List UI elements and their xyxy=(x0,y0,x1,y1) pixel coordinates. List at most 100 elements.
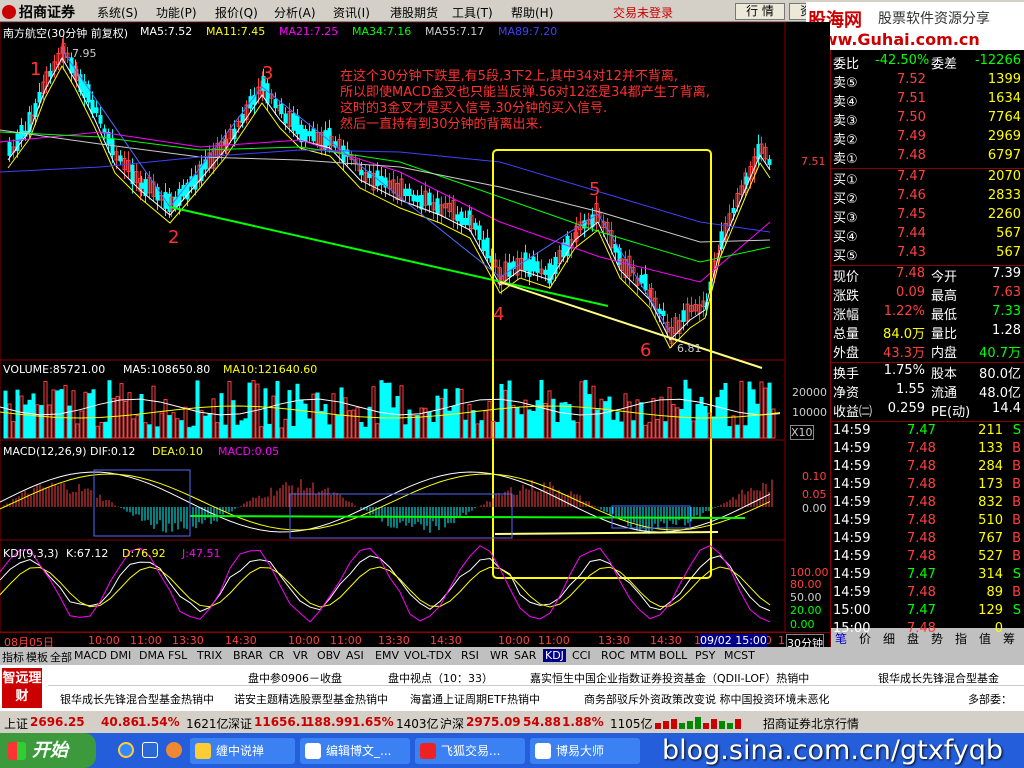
news-headline[interactable]: 海富通上证周期ETF热销中 xyxy=(410,691,540,707)
news-headline[interactable]: 银华成长先锋混合型基金热销中 xyxy=(60,691,214,707)
indicator-tab[interactable]: PSY xyxy=(695,649,715,662)
desktop-icon[interactable] xyxy=(142,742,158,758)
macd-tick: 0.05 xyxy=(802,488,827,501)
news-headline[interactable]: 银华成长先锋混合型基金 xyxy=(878,670,999,686)
watermark-banner: 股海网 股票软件资源分享 www.Guhai.com.cn xyxy=(806,2,1024,50)
broker-server: 招商证券北京行情 xyxy=(763,717,860,731)
volume-bar xyxy=(115,396,120,439)
news-headline[interactable]: 嘉实恒生中国企业指数证券投资基金（QDII-LOF）热销中 xyxy=(530,670,809,686)
indicator-tab[interactable]: BRAR xyxy=(233,649,263,662)
task-item[interactable]: 飞狐交易... xyxy=(415,738,525,764)
volume-bar xyxy=(539,379,544,439)
volume-bar xyxy=(511,404,516,439)
ie-icon[interactable] xyxy=(118,742,134,758)
volume-bar xyxy=(295,383,300,439)
indicator-tab[interactable]: RSI xyxy=(461,649,479,662)
stat-value: 40.7万 xyxy=(979,346,1021,361)
stat-label: 量比 xyxy=(931,327,958,342)
trade-login-status[interactable]: 交易未登录 xyxy=(613,4,673,21)
volume-bar xyxy=(211,398,216,439)
indicator-tab[interactable]: TRIX xyxy=(197,649,222,662)
candle-body xyxy=(299,124,304,143)
ask-label: 卖① xyxy=(833,152,858,167)
menu-system[interactable]: 系统(S) xyxy=(97,4,138,21)
tick-volume: 510 xyxy=(978,513,1003,528)
sz-index-value: 11656.1 xyxy=(254,715,309,729)
news-headline[interactable]: 多部委： xyxy=(968,691,1012,707)
indicator-tab[interactable]: OBV xyxy=(317,649,340,662)
kline-chart-area[interactable]: 南方航空(30分钟 前复权) MA5:7.52 MA11:7.45 MA21:7… xyxy=(0,22,830,652)
volume-bar xyxy=(631,420,636,439)
task-item[interactable]: 编辑博文_... xyxy=(300,738,410,764)
indicator-tab[interactable]: SAR xyxy=(514,649,536,662)
news-headline[interactable]: 盘中视点（10：33） xyxy=(388,670,493,686)
volume-bar xyxy=(163,399,168,439)
menu-tools[interactable]: 工具(T) xyxy=(452,4,493,21)
candle-body xyxy=(411,194,416,202)
news-ticker: 智远理财 盘中参0906－收盘 盘中视点（10：33） 嘉实恒生中国企业指数证券投资… xyxy=(0,665,1024,711)
volume-bar xyxy=(155,426,160,439)
news-headline[interactable]: 盘中参0906－收盘 xyxy=(248,670,342,686)
indicator-tab[interactable]: 指标 xyxy=(2,649,24,665)
indicator-tab[interactable]: DMI xyxy=(110,649,131,662)
tick-time: 15:00 xyxy=(833,621,871,636)
indicator-tab[interactable]: FSL xyxy=(168,649,187,662)
news-badge[interactable]: 智远理财 xyxy=(2,668,42,708)
quote-button[interactable]: 行 情 xyxy=(735,3,785,20)
news-headline[interactable]: 诺安主题精选股票型基金热销中 xyxy=(234,691,388,707)
ask-price: 7.49 xyxy=(897,129,926,144)
folder-icon xyxy=(195,743,211,759)
candle-body xyxy=(7,141,12,156)
menu-quote[interactable]: 报价(Q) xyxy=(215,4,258,21)
tick-volume: 527 xyxy=(978,549,1003,564)
task-item[interactable]: 博易大师 xyxy=(530,738,640,764)
volume-bar xyxy=(287,390,292,439)
volume-bar xyxy=(43,381,48,439)
candle-body xyxy=(90,99,95,114)
indicator-tab[interactable]: BOLL xyxy=(659,649,687,662)
indicator-tab[interactable]: MACD xyxy=(74,649,107,662)
menu-hk-futures[interactable]: 港股期货 xyxy=(390,4,438,21)
indicator-tab[interactable]: MTM xyxy=(630,649,656,662)
task-item[interactable]: 缠中说禅 xyxy=(190,738,295,764)
menu-help[interactable]: 帮助(H) xyxy=(511,4,553,21)
media-icon[interactable] xyxy=(166,742,182,758)
volume-bar xyxy=(203,415,208,439)
indicator-tab[interactable]: ROC xyxy=(601,649,625,662)
volume-bar xyxy=(147,424,152,439)
indicator-tab[interactable]: KDJ xyxy=(543,649,566,662)
hs-index-label: 沪深 xyxy=(440,717,465,731)
indicator-tab[interactable]: EMV xyxy=(375,649,399,662)
tick-time: 14:59 xyxy=(833,477,871,492)
tick-row: 14:59 7.48 133 B xyxy=(831,441,1024,460)
volume-bar xyxy=(707,412,712,439)
tick-side: B xyxy=(1012,585,1021,600)
indicator-tab[interactable]: DMA xyxy=(139,649,165,662)
stat-row: 换手 1.75% 股本 80.0亿 xyxy=(831,363,1024,382)
kdj-j: J:47.51 xyxy=(182,547,221,560)
sz-index-label: 深证 xyxy=(228,717,253,731)
volume-bar xyxy=(167,415,172,439)
volume-bar xyxy=(403,424,408,439)
news-headline[interactable]: 商务部驳斥外资政策改变说 称中国投资环境未恶化 xyxy=(584,691,830,707)
volume-bar xyxy=(135,415,140,439)
candle-body xyxy=(48,70,53,77)
indicator-tab[interactable]: CR xyxy=(269,649,284,662)
menu-info[interactable]: 资讯(I) xyxy=(333,4,370,21)
indicator-tab[interactable]: MCST xyxy=(724,649,755,662)
indicator-tab[interactable]: ASI xyxy=(346,649,364,662)
menu-analysis[interactable]: 分析(A) xyxy=(274,4,316,21)
indicator-tab[interactable]: 模板 xyxy=(26,649,48,665)
candle-body xyxy=(543,269,548,275)
volume-bar xyxy=(607,396,612,439)
volume-bar xyxy=(247,382,252,439)
tick-side: B xyxy=(1012,441,1021,456)
indicator-tab[interactable]: 全部 xyxy=(50,649,72,665)
volume-bar xyxy=(199,409,204,439)
menu-function[interactable]: 功能(P) xyxy=(156,4,197,21)
indicator-tab[interactable]: VOL-TDX xyxy=(404,649,452,662)
indicator-tab[interactable]: VR xyxy=(293,649,308,662)
indicator-tab[interactable]: CCI xyxy=(572,649,591,662)
indicator-tab[interactable]: WR xyxy=(490,649,509,662)
start-button[interactable]: 开始 xyxy=(0,733,96,768)
